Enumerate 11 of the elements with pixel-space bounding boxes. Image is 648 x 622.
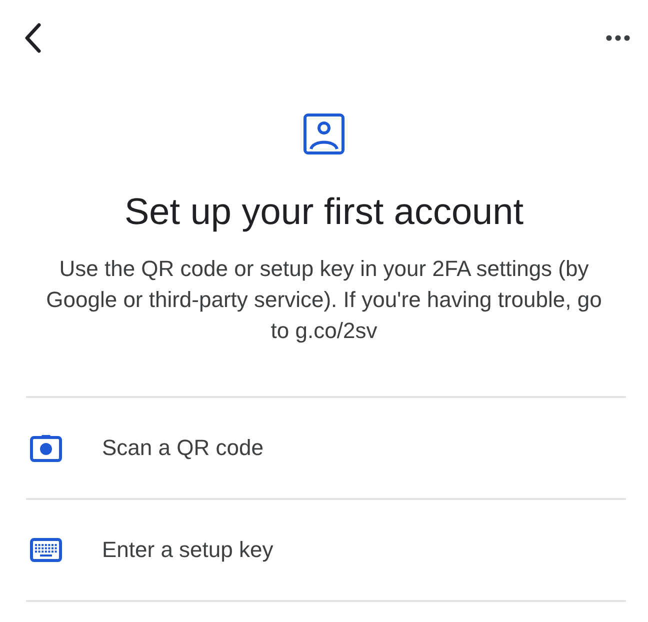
page-title: Set up your first account	[124, 190, 524, 234]
account-portrait-icon	[303, 113, 345, 155]
camera-icon	[30, 434, 62, 462]
option-row[interactable]: Scan a QR code	[26, 398, 626, 500]
keyboard-icon	[30, 538, 62, 562]
more-options-icon	[606, 35, 630, 41]
option-label: Scan a QR code	[102, 435, 264, 461]
option-row[interactable]: Enter a setup key	[26, 500, 626, 602]
instructions-text: Use the QR code or setup key in your 2FA settings (by Google or third-party service). If you're having trouble, go to g.co/2sv	[45, 255, 603, 345]
back-icon	[24, 23, 42, 53]
option-label: Enter a setup key	[102, 537, 274, 563]
